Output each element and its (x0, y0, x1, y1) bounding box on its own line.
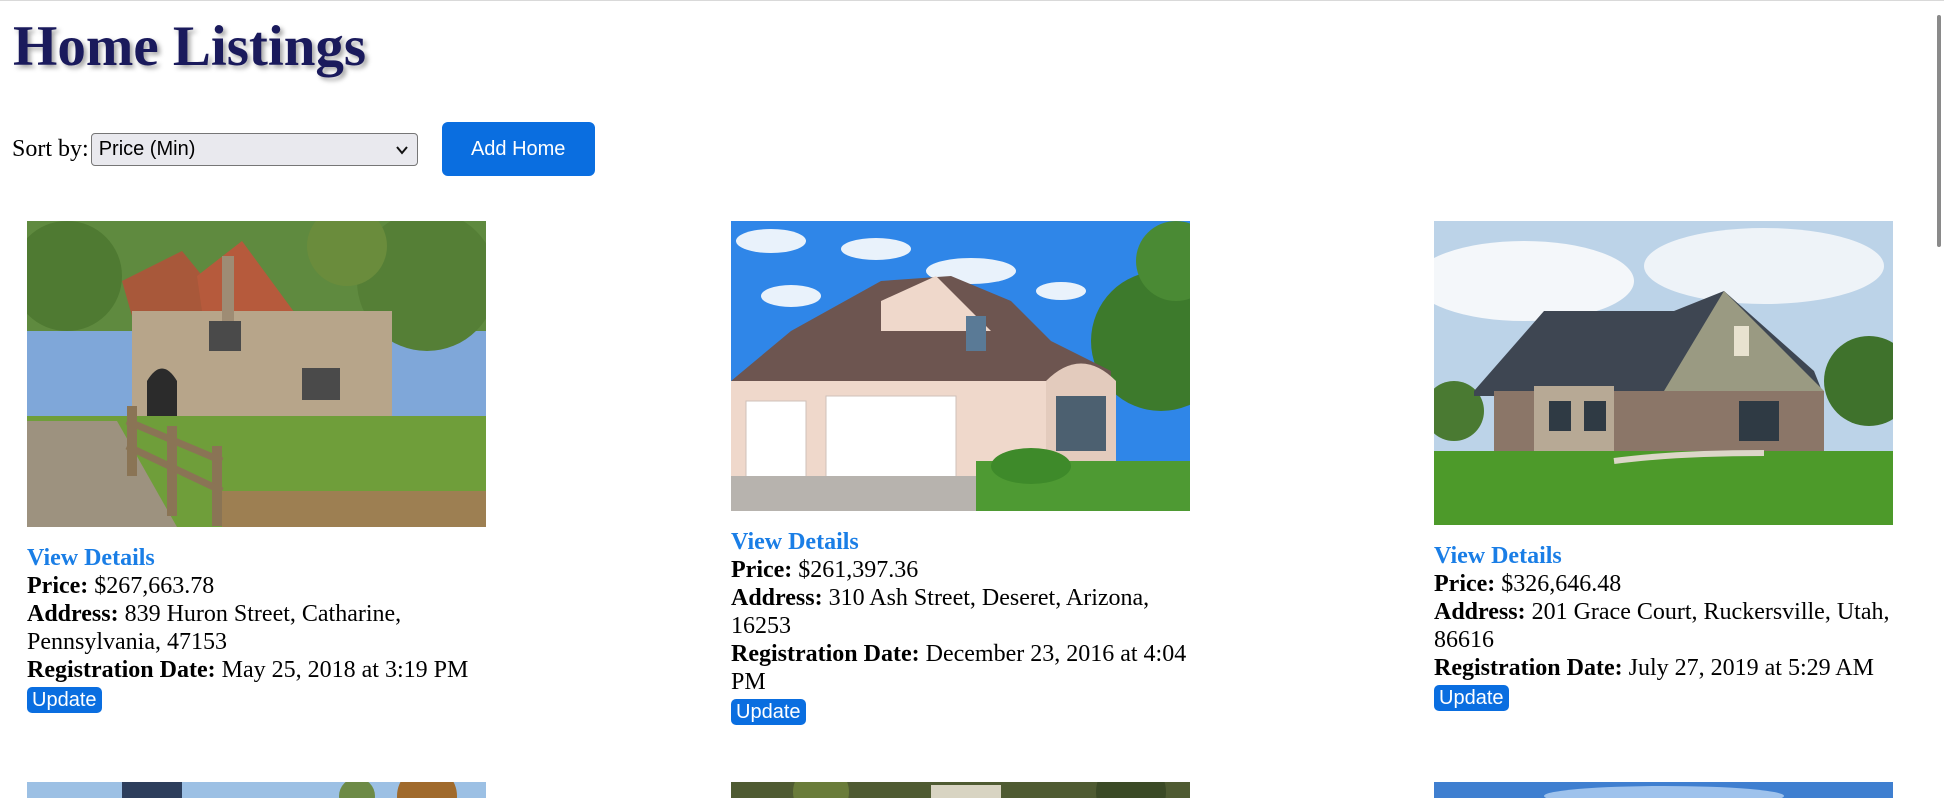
listing-card: View Details Price: $326,646.48 Address:… (1434, 221, 1904, 711)
update-button[interactable]: Update (27, 687, 102, 713)
listing-photo-partial[interactable] (27, 782, 486, 798)
listing-address: Address: 310 Ash Street, Deseret, Arizon… (731, 584, 1201, 640)
registration-value: May 25, 2018 at 3:19 PM (221, 657, 469, 683)
registration-label: Registration Date: (27, 657, 216, 683)
listing-address: Address: 201 Grace Court, Ruckersville, … (1434, 598, 1904, 654)
address-label: Address: (731, 585, 823, 611)
sort-selected-value: Price (Min) (98, 137, 196, 160)
registration-label: Registration Date: (731, 641, 920, 667)
view-details-link[interactable]: View Details (1434, 542, 1904, 570)
view-details-link[interactable]: View Details (27, 544, 497, 572)
listing-card: View Details Price: $267,663.78 Address:… (27, 221, 497, 713)
listing-photo[interactable] (27, 221, 486, 527)
update-button[interactable]: Update (731, 699, 806, 725)
price-label: Price: (27, 573, 89, 599)
price-value: $261,397.36 (798, 557, 919, 583)
sort-select[interactable]: Price (Min) (90, 132, 418, 166)
update-button[interactable]: Update (1434, 685, 1509, 711)
listing-photo[interactable] (1434, 221, 1893, 525)
listing-price: Price: $261,397.36 (731, 556, 1201, 584)
listing-registration-date: Registration Date: July 27, 2019 at 5:29… (1434, 654, 1904, 682)
page-title: Home Listings (13, 15, 367, 78)
chevron-down-icon (395, 145, 408, 155)
view-details-link[interactable]: View Details (731, 528, 1201, 556)
listing-photo-partial[interactable] (731, 782, 1190, 798)
scrollbar-thumb[interactable] (1937, 15, 1941, 247)
listing-registration-date: Registration Date: December 23, 2016 at … (731, 640, 1201, 696)
add-home-button[interactable]: Add Home (441, 122, 595, 176)
listing-price: Price: $326,646.48 (1434, 570, 1904, 598)
listing-photo-partial[interactable] (1434, 782, 1893, 798)
listing-photo[interactable] (731, 221, 1190, 511)
registration-value: July 27, 2019 at 5:29 AM (1628, 655, 1874, 681)
price-value: $326,646.48 (1501, 571, 1622, 597)
price-value: $267,663.78 (94, 573, 215, 599)
listing-price: Price: $267,663.78 (27, 572, 497, 600)
listing-address: Address: 839 Huron Street, Catharine, Pe… (27, 600, 497, 656)
sort-label: Sort by: (12, 136, 89, 162)
address-label: Address: (27, 601, 119, 627)
vertical-scrollbar[interactable] (1930, 1, 1944, 798)
price-label: Price: (731, 557, 793, 583)
address-label: Address: (1434, 599, 1526, 625)
listing-card: View Details Price: $261,397.36 Address:… (731, 221, 1201, 725)
listing-controls: Sort by: Price (Min) Add Home (12, 122, 595, 176)
listing-registration-date: Registration Date: May 25, 2018 at 3:19 … (27, 656, 497, 684)
registration-label: Registration Date: (1434, 655, 1623, 681)
price-label: Price: (1434, 571, 1496, 597)
